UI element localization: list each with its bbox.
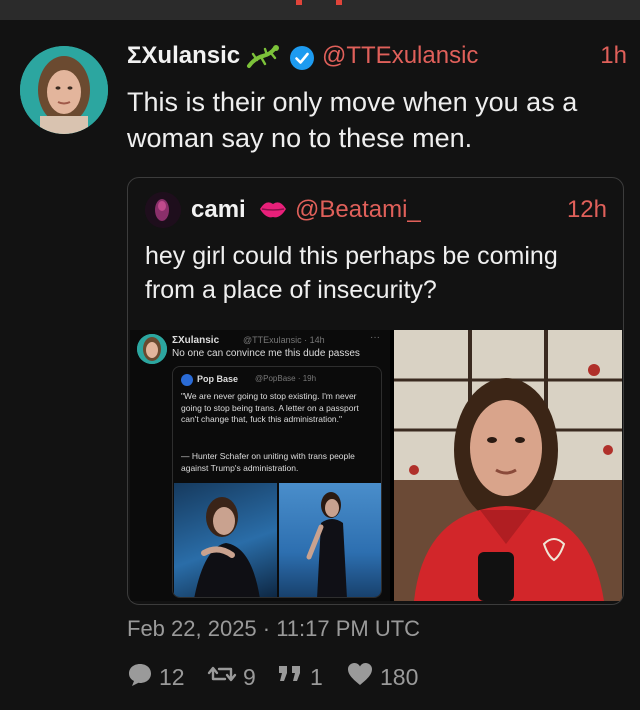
heart-icon (346, 661, 380, 693)
screenshot-author-name: ΣXulansic (172, 335, 220, 346)
retweet-icon (207, 661, 243, 693)
author-name[interactable]: ΣXulansic (127, 42, 240, 70)
post-body: This is their only move when you as a wo… (127, 84, 627, 156)
lizard-icon (245, 44, 283, 77)
inner-photo-left (174, 483, 277, 597)
inner-attribution: — Hunter Schafer on uniting with trans p… (181, 451, 355, 473)
quoted-body-line: from a place of insecurity? (145, 276, 437, 304)
top-bar-marker-left (296, 0, 302, 5)
retweet-count: 9 (243, 663, 256, 690)
like-button[interactable]: 180 (346, 660, 418, 694)
screenshot-menu: ··· (370, 332, 380, 343)
quote-button[interactable]: 1 (276, 660, 323, 694)
quote-icon (276, 661, 310, 693)
reply-icon (127, 661, 159, 693)
embedded-video[interactable] (394, 330, 622, 601)
inner-author-avatar (181, 374, 193, 386)
reply-count: 12 (159, 663, 185, 690)
like-count: 180 (380, 663, 419, 690)
quoted-post-body: hey girl could this perhaps be coming fr… (145, 239, 605, 307)
quoted-author-avatar[interactable] (145, 192, 181, 228)
top-bar-marker-right (336, 0, 342, 5)
embedded-screenshot[interactable]: ΣXulansic @TTExulansic · 14h ··· No one … (130, 330, 390, 601)
quoted-body-line: hey girl could this perhaps be coming (145, 242, 558, 270)
post-date[interactable]: Feb 22, 2025 · 11:17 PM UTC (127, 616, 420, 642)
inner-photo-right (279, 483, 381, 597)
quoted-author-handle[interactable]: @Beatami_ (295, 196, 421, 224)
quoted-author-name[interactable]: cami (191, 196, 246, 224)
inner-author-name: Pop Base (197, 374, 239, 384)
quote-count: 1 (310, 663, 323, 690)
top-bar (0, 0, 640, 20)
author-avatar[interactable] (20, 46, 108, 134)
author-handle[interactable]: @TTExulansic (322, 42, 478, 70)
verified-badge-icon (289, 45, 315, 78)
lips-icon (258, 197, 288, 226)
post-header: ΣXulansic @TTExulansic 1h (127, 42, 627, 74)
screenshot-text: No one can convince me this dude passes (172, 348, 360, 359)
quoted-post[interactable]: cami @Beatami_ 12h hey girl could this p… (127, 177, 624, 605)
retweet-button[interactable]: 9 (207, 660, 256, 694)
screenshot-author-avatar (137, 334, 167, 364)
inner-quote: "We are never going to stop existing. I'… (181, 391, 359, 424)
action-bar: 12 9 1 180 (127, 660, 627, 694)
inner-author-meta: @PopBase · 19h (255, 374, 317, 383)
reply-button[interactable]: 12 (127, 660, 185, 694)
post-body-line: This is their only move when you as a (127, 87, 578, 117)
post-body-line: woman say no to these men. (127, 123, 473, 153)
post-time[interactable]: 1h (600, 42, 627, 70)
screenshot-inner-card: Pop Base @PopBase · 19h "We are never go… (172, 366, 382, 598)
quoted-media[interactable]: ΣXulansic @TTExulansic · 14h ··· No one … (130, 330, 622, 601)
quoted-post-time[interactable]: 12h (567, 196, 607, 224)
screenshot-author-meta: @TTExulansic · 14h (243, 335, 325, 345)
